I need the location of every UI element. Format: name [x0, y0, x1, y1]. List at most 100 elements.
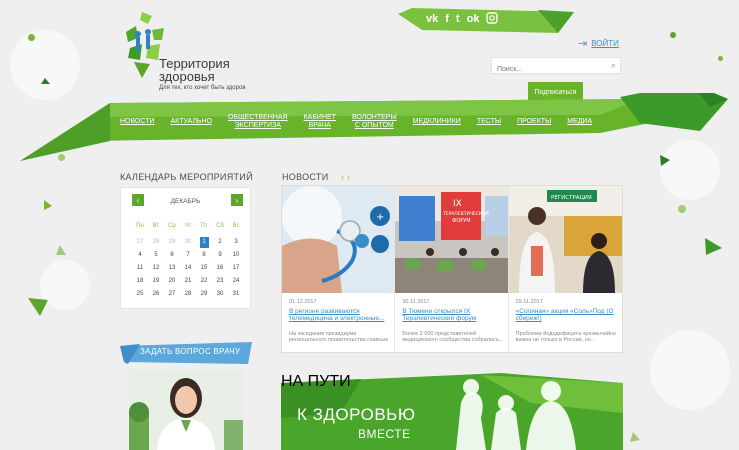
odnoklassniki-icon[interactable]: ok: [467, 12, 480, 28]
nav-item-clinics[interactable]: Медклиники: [413, 118, 461, 126]
calendar-day[interactable]: 29: [196, 289, 212, 302]
calendar-day[interactable]: 15: [196, 263, 212, 276]
news-desc: Проблема йододефицита чрезвычайно важна …: [515, 331, 616, 343]
calendar-days: 27 28 29 30 1 2 3 4 5 6 7 8 9 10 11 12 13 14 15 16 17 18 19 20 2…: [132, 237, 244, 302]
calendar-day[interactable]: 5: [148, 250, 164, 263]
nav-item-tests[interactable]: Тесты: [477, 118, 501, 126]
weekday-label: Ср: [168, 223, 176, 229]
weekday-label: Сб: [216, 223, 224, 229]
calendar-day[interactable]: 9: [212, 250, 228, 263]
calendar-day[interactable]: 18: [132, 276, 148, 289]
login-icon: ⇥: [578, 38, 588, 50]
news-card[interactable]: РЕГИСТРАЦИЯ 29.11.2017 «Соляная» акция «…: [508, 186, 622, 352]
news-arrows: ‹›: [341, 172, 353, 182]
calendar-day[interactable]: 8: [196, 250, 212, 263]
weekday-label: Вт: [152, 223, 160, 229]
search-icon[interactable]: ⌕: [611, 60, 616, 71]
calendar-day[interactable]: 16: [212, 263, 228, 276]
news-desc: Более 2 000 представителей медицинского …: [402, 331, 504, 343]
news-title-link[interactable]: В регионе развиваются телемедицина и эле…: [289, 308, 391, 322]
twitter-icon[interactable]: t: [456, 12, 460, 28]
news-card[interactable]: + 01.12.2017 В регионе развиваются телем…: [282, 186, 396, 352]
calendar-day[interactable]: 24: [228, 276, 244, 289]
news-carousel: + 01.12.2017 В регионе развиваются телем…: [281, 185, 623, 353]
news-date: 30.11.2017: [402, 299, 430, 305]
calendar-day[interactable]: 14: [180, 263, 196, 276]
calendar-day[interactable]: 4: [132, 250, 148, 263]
calendar-day[interactable]: 28: [148, 237, 164, 250]
nav-item-actual[interactable]: Актуально: [171, 118, 213, 126]
news-card[interactable]: IX ТЕРАПЕВТИЧЕСКИЙ ФОРУМ 30.11.2017 В Тю…: [395, 186, 509, 352]
chevron-right-icon[interactable]: ›: [231, 194, 243, 206]
calendar-day[interactable]: 13: [164, 263, 180, 276]
weekday-label: Пт: [200, 223, 208, 229]
calendar-day[interactable]: 19: [148, 276, 164, 289]
login-label: Войти: [591, 39, 619, 48]
nav-item-volunteers[interactable]: Волонтеры с опытом: [352, 114, 397, 130]
calendar-day[interactable]: 27: [132, 237, 148, 250]
calendar-day[interactable]: 26: [148, 289, 164, 302]
calendar-day[interactable]: 30: [180, 237, 196, 250]
weekday-label: Чт: [184, 223, 192, 229]
forum-sign-line3: ФОРУМ: [452, 218, 471, 224]
main-nav: Новости Актуально Общественная экспертиза…: [120, 114, 608, 130]
social-links: vk f t ok: [426, 12, 499, 28]
brand-tagline: Для тех, кто хочет быть здоров: [159, 85, 246, 91]
calendar-day[interactable]: 31: [228, 289, 244, 302]
search-input[interactable]: [492, 62, 602, 77]
news-image-salt-action: РЕГИСТРАЦИЯ: [508, 186, 622, 293]
calendar-day[interactable]: 25: [132, 289, 148, 302]
calendar-day[interactable]: 11: [132, 263, 148, 276]
calendar-day[interactable]: 29: [164, 237, 180, 250]
calendar-day[interactable]: 12: [148, 263, 164, 276]
calendar-day[interactable]: 6: [164, 250, 180, 263]
nav-item-expertise[interactable]: Общественная экспертиза: [228, 114, 288, 130]
ask-doctor-link[interactable]: Задать вопрос врачу: [140, 347, 240, 356]
calendar-title: Календарь мероприятий: [120, 172, 253, 182]
news-desc: На заседании президиума регионального пр…: [289, 331, 389, 343]
calendar-day[interactable]: 10: [228, 250, 244, 263]
doctor-photo: [129, 370, 243, 450]
calendar-day[interactable]: 17: [228, 263, 244, 276]
vk-icon[interactable]: vk: [426, 12, 438, 28]
login-link[interactable]: ⇥ Войти: [578, 37, 619, 50]
nav-item-news[interactable]: Новости: [120, 118, 155, 126]
news-title-link[interactable]: «Соляная» акция «Соль»Под (О сбереж!): [516, 308, 618, 322]
nav-item-doctor-office[interactable]: Кабинет врача: [304, 114, 336, 130]
news-image-forum: IX ТЕРАПЕВТИЧЕСКИЙ ФОРУМ: [395, 186, 508, 293]
chevron-right-icon[interactable]: ›: [347, 172, 353, 182]
calendar-day[interactable]: 2: [212, 237, 228, 250]
weekday-label: Пн: [136, 223, 144, 229]
search-box: ⌕: [491, 57, 621, 77]
promo-line3: ВМЕСТЕ: [358, 427, 411, 441]
calendar-day[interactable]: 20: [164, 276, 180, 289]
calendar-day[interactable]: 30: [212, 289, 228, 302]
weekday-label: Вс: [232, 223, 240, 229]
news-date: 01.12.2017: [289, 299, 317, 305]
promo-line2: К ЗДОРОВЬЮ: [297, 405, 416, 424]
events-calendar: ‹ Декабрь › Пн Вт Ср Чт Пт Сб Вс 27 28 29 30 1 2 3 4 5…: [120, 187, 251, 309]
calendar-day[interactable]: 28: [180, 289, 196, 302]
news-title: Новости: [282, 172, 329, 182]
svg-text:+: +: [376, 212, 384, 223]
news-title-link[interactable]: В Тюмени открылся IX Терапевтический фор…: [402, 308, 504, 322]
registration-sign: РЕГИСТРАЦИЯ: [551, 195, 592, 201]
calendar-day[interactable]: 21: [180, 276, 196, 289]
forum-sign-line1: IX: [453, 199, 462, 209]
calendar-weekdays: Пн Вт Ср Чт Пт Сб Вс: [132, 223, 244, 229]
facebook-icon[interactable]: f: [445, 12, 449, 28]
brand-name-line2: здоровья: [159, 69, 215, 84]
calendar-day[interactable]: 7: [180, 250, 196, 263]
calendar-day-today[interactable]: 1: [199, 237, 209, 248]
calendar-day[interactable]: 23: [212, 276, 228, 289]
nav-item-media[interactable]: Медиа: [567, 118, 592, 126]
nav-item-projects[interactable]: Проекты: [517, 118, 551, 126]
calendar-day[interactable]: 3: [228, 237, 244, 250]
calendar-day[interactable]: 27: [164, 289, 180, 302]
page: Территория здоровья Для тех, кто хочет б…: [0, 0, 739, 450]
calendar-day[interactable]: 22: [196, 276, 212, 289]
forum-sign-line2: ТЕРАПЕВТИЧЕСКИЙ: [442, 210, 489, 217]
news-date: 29.11.2017: [515, 299, 543, 305]
instagram-icon[interactable]: [486, 12, 499, 28]
brand: Территория здоровья Для тех, кто хочет б…: [159, 57, 246, 91]
